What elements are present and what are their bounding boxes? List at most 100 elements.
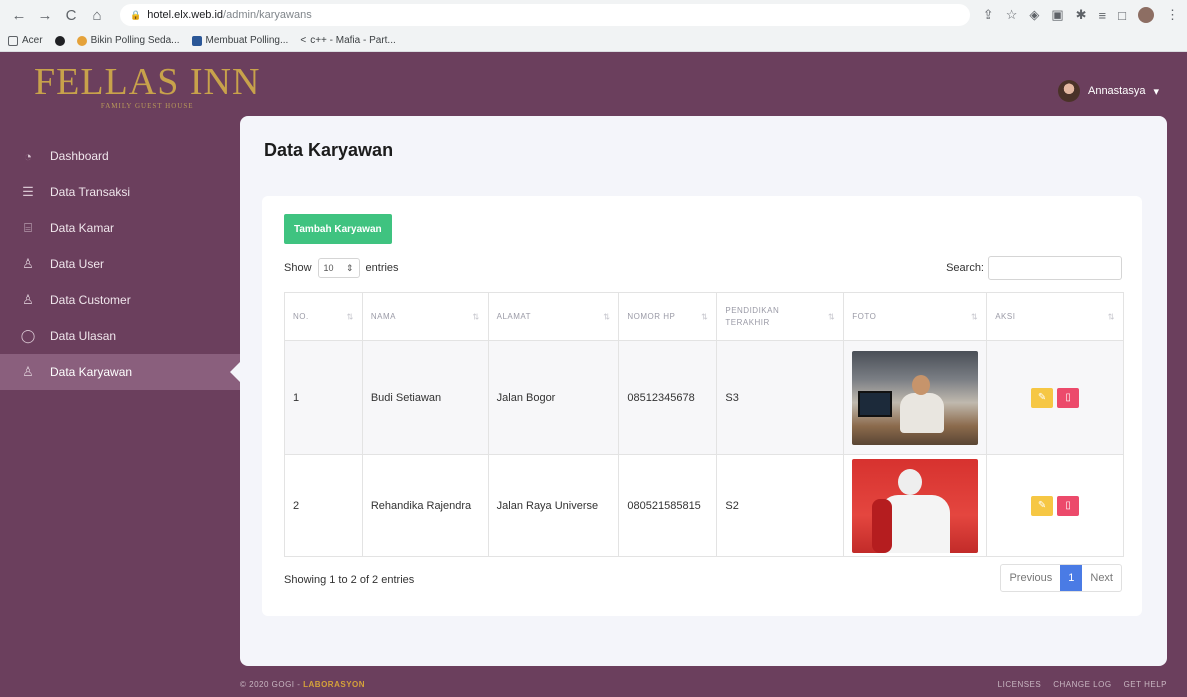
column-header-aksi[interactable]: AKSI ⇅ — [986, 292, 1124, 341]
menu-icon[interactable]: ⋮ — [1166, 7, 1179, 23]
pagination-next[interactable]: Next — [1082, 565, 1121, 591]
users-icon: ♙ — [22, 364, 34, 379]
bookmark-item[interactable]: Membuat Polling... — [191, 35, 288, 46]
updown-icon: ⇕ — [345, 262, 354, 273]
cell-pendidikan: S2 — [716, 454, 845, 557]
address-bar[interactable]: 🔒 hotel.elx.web.id /admin/karyawans — [120, 4, 970, 26]
table-info: Showing 1 to 2 of 2 entries — [284, 574, 415, 586]
bookmark-item[interactable]: Acer — [8, 35, 43, 46]
column-header-nomor-hp[interactable]: NOMOR HP ⇅ — [618, 292, 718, 341]
list-icon: ☰ — [22, 184, 34, 199]
chat-icon: ◯ — [20, 328, 36, 343]
cell-hp: 080521585815 — [618, 454, 718, 557]
brand-name: FELLAS INN — [34, 61, 261, 103]
footer-link-licenses[interactable]: LICENSES — [998, 680, 1042, 689]
cell-hp: 08512345678 — [618, 340, 718, 455]
edit-icon: ✎ — [1037, 392, 1047, 403]
pagination-previous[interactable]: Previous — [1001, 565, 1060, 591]
sidebar-item-data-transaksi[interactable]: ☰ Data Transaksi — [0, 174, 240, 210]
sidepanel-icon[interactable]: □ — [1118, 8, 1126, 23]
add-karyawan-button[interactable]: Tambah Karyawan — [284, 214, 392, 244]
bookmarks-bar: Acer Bikin Polling Seda... Membuat Polli… — [0, 30, 1187, 52]
extension-icon[interactable]: ◈ — [1029, 7, 1039, 23]
cell-no: 2 — [284, 454, 363, 557]
trash-icon: ▯ — [1065, 500, 1071, 511]
user-icon: ♙ — [22, 256, 34, 271]
main-content: Data Karyawan Tambah Karyawan Show 10 ⇕ … — [240, 116, 1167, 666]
reading-list-icon[interactable]: ≡ — [1099, 8, 1107, 23]
sidebar-item-dashboard[interactable]: ◔ Dashboard — [0, 138, 240, 174]
delete-button[interactable]: ▯ — [1057, 495, 1080, 516]
sort-icon: ⇅ — [971, 312, 979, 321]
search-label: Search: — [946, 262, 984, 274]
sort-icon: ⇅ — [828, 312, 836, 321]
sort-icon: ⇅ — [701, 312, 709, 321]
cell-pendidikan: S3 — [716, 340, 845, 455]
edit-button[interactable]: ✎ — [1031, 495, 1054, 516]
share-icon[interactable]: ⇪ — [983, 7, 994, 23]
user-menu[interactable]: Annastasya ▾ — [1057, 80, 1159, 102]
bookmark-item[interactable]: < c++ - Mafia - Part... — [300, 35, 395, 46]
site-icon — [191, 35, 202, 46]
sort-icon: ⇅ — [1107, 312, 1115, 321]
cell-nama: Budi Setiawan — [361, 340, 489, 455]
star-icon[interactable]: ☆ — [1006, 7, 1018, 23]
page-title: Data Karyawan — [264, 140, 394, 160]
cell-foto — [843, 340, 988, 455]
sidebar-item-data-ulasan[interactable]: ◯ Data Ulasan — [0, 318, 240, 354]
sidebar: ◔ Dashboard ☰ Data Transaksi ⌸ Data Kamar ♙… — [0, 138, 240, 390]
sort-icon: ⇅ — [603, 312, 611, 321]
column-header-no[interactable]: NO. ⇅ — [284, 292, 363, 341]
search-input[interactable] — [988, 256, 1122, 280]
puzzle-icon[interactable]: ✱ — [1076, 7, 1087, 23]
user-plus-icon: ♙ — [22, 292, 34, 307]
column-header-nama[interactable]: NAMA ⇅ — [361, 292, 489, 341]
building-icon: ⌸ — [24, 220, 32, 235]
table-row: 2 Rehandika Rajendra Jalan Raya Universe… — [284, 454, 1124, 557]
sidebar-item-data-kamar[interactable]: ⌸ Data Kamar — [0, 210, 240, 246]
search-control: Search: — [946, 256, 1122, 280]
sort-icon: ⇅ — [346, 312, 354, 321]
employee-photo — [852, 458, 979, 553]
employee-photo — [852, 350, 979, 445]
edit-button[interactable]: ✎ — [1031, 387, 1054, 408]
cast-icon[interactable]: ▣ — [1051, 7, 1063, 23]
sidebar-item-data-customer[interactable]: ♙ Data Customer — [0, 282, 240, 318]
forward-icon[interactable]: → — [34, 4, 56, 26]
delete-button[interactable]: ▯ — [1057, 387, 1080, 408]
caret-down-icon: ▾ — [1153, 85, 1159, 98]
table-row: 1 Budi Setiawan Jalan Bogor 08512345678 … — [284, 340, 1124, 455]
pagination-page[interactable]: 1 — [1060, 565, 1083, 591]
folder-icon — [8, 35, 18, 46]
cell-foto — [843, 454, 988, 557]
lock-icon: 🔒 — [130, 9, 142, 20]
github-icon — [54, 35, 65, 46]
column-header-alamat[interactable]: ALAMAT ⇅ — [487, 292, 620, 341]
cell-aksi: ✎ ▯ — [986, 454, 1124, 557]
profile-avatar-icon[interactable] — [1138, 7, 1154, 23]
cell-aksi: ✎ ▯ — [986, 340, 1124, 455]
datatable-card: Tambah Karyawan Show 10 ⇕ entries Search… — [262, 196, 1142, 616]
entries-select[interactable]: 10 ⇕ — [317, 258, 360, 278]
sidebar-item-data-user[interactable]: ♙ Data User — [0, 246, 240, 282]
cell-no: 1 — [284, 340, 363, 455]
url-host: hotel.elx.web.id — [147, 9, 224, 21]
cell-nama: Rehandika Rajendra — [361, 454, 489, 557]
pagination: Previous 1 Next — [1000, 564, 1122, 592]
user-name: Annastasya — [1087, 85, 1146, 97]
brand-tagline: FAMILY GUEST HOUSE — [100, 102, 194, 110]
bookmark-item[interactable] — [54, 35, 65, 46]
footer-link-changelog[interactable]: CHANGE LOG — [1053, 680, 1111, 689]
column-header-pendidikan[interactable]: PENDIDIKAN TERAKHIR ⇅ — [716, 292, 845, 341]
footer-link-help[interactable]: GET HELP — [1124, 680, 1167, 689]
reload-icon[interactable]: C — [60, 4, 82, 26]
sidebar-item-data-karyawan[interactable]: ♙ Data Karyawan — [0, 354, 240, 390]
brand-logo[interactable]: FELLAS INN FAMILY GUEST HOUSE — [34, 62, 260, 110]
code-icon: < — [300, 35, 307, 46]
home-icon[interactable]: ⌂ — [86, 4, 108, 26]
footer-company-link[interactable]: LABORASYON — [303, 680, 365, 689]
url-path: /admin/karyawans — [223, 9, 312, 21]
back-icon[interactable]: ← — [8, 4, 30, 26]
column-header-foto[interactable]: FOTO ⇅ — [843, 292, 988, 341]
bookmark-item[interactable]: Bikin Polling Seda... — [76, 35, 180, 46]
